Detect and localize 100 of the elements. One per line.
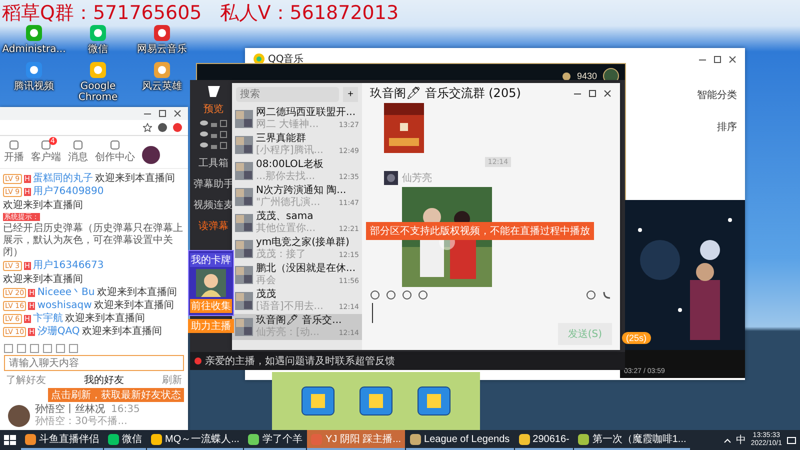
chat-preview: [小程序]腾讯... xyxy=(256,145,324,157)
username: woshisaqw xyxy=(37,300,92,312)
app-icon xyxy=(108,434,119,444)
app-icon[interactable] xyxy=(153,61,171,79)
chat-name: 茂茂 xyxy=(256,289,277,300)
card-title: 我的卡牌 xyxy=(190,253,232,267)
chat-preview: 茂茂：接了 xyxy=(256,249,306,261)
group-avatar-icon xyxy=(235,266,253,284)
username: 卞宇航 xyxy=(32,313,63,325)
system-message: 已经开启历史弹幕（历史弹幕只在弹幕上展示，默认为灰色，可在弹幕设置中关闭） xyxy=(3,223,184,259)
group-avatar-icon xyxy=(235,214,253,232)
app-icon xyxy=(410,434,422,444)
nav-link[interactable]: 消息 xyxy=(68,140,88,164)
add-button[interactable]: + xyxy=(343,87,358,102)
star-icon[interactable] xyxy=(143,123,152,132)
taskbar-item[interactable]: League of Legends xyxy=(406,430,514,450)
message-text: 欢迎来到本直播间 xyxy=(94,300,174,312)
username: 用户76409890 xyxy=(32,186,104,198)
app-icon xyxy=(151,434,162,444)
tool-button[interactable]: 工具箱 xyxy=(198,156,228,170)
taskbar-item[interactable]: 第一次（魔霞咖啡1... xyxy=(574,430,690,450)
notification-icon[interactable] xyxy=(787,436,796,444)
chat-name: 玖音阁🖊 音乐交... xyxy=(256,315,343,326)
friends-tab[interactable]: 了解好友 xyxy=(6,373,46,387)
icon-label: Administra... xyxy=(2,44,66,55)
message-text: 欢迎来到本直播间 xyxy=(82,326,162,338)
app-icon[interactable] xyxy=(25,61,43,79)
close-icon[interactable] xyxy=(603,88,612,98)
friends-tab[interactable]: 我的好友 xyxy=(84,373,124,387)
app-icon xyxy=(578,434,590,444)
group-avatar-icon xyxy=(235,110,253,128)
chat-name: 08:00LOL老板 xyxy=(256,159,324,170)
app-icon[interactable] xyxy=(89,61,107,79)
app-logo-icon xyxy=(206,84,222,98)
message-text: 欢迎来到本直播间 xyxy=(94,173,175,185)
game-button-icon[interactable] xyxy=(301,386,335,416)
chat-preview: "广州德孔演... xyxy=(256,197,320,209)
maximize-icon[interactable] xyxy=(158,109,167,118)
taskbar-item[interactable]: MQ～一流蝶人... xyxy=(147,430,244,450)
friend-avatar-icon xyxy=(8,405,30,427)
close-icon[interactable] xyxy=(173,109,182,118)
chat-name: 网二德玛西亚联盟开... xyxy=(256,107,357,118)
app-icon[interactable] xyxy=(25,24,43,42)
chat-name: N次方跨演通知 陶... xyxy=(256,185,348,196)
close-icon[interactable] xyxy=(728,54,737,64)
app-icon[interactable] xyxy=(153,24,171,42)
app-icon[interactable] xyxy=(89,24,107,42)
chat-input[interactable]: 请输入聊天内容 xyxy=(4,355,184,371)
search-field[interactable]: 搜索 xyxy=(236,87,339,102)
group-avatar-icon xyxy=(235,240,253,258)
icon-label: Google Chrome xyxy=(77,81,119,103)
smart-sort-button[interactable]: 智能分类 xyxy=(697,88,737,102)
notice-text: 亲爱的主播，如遇问题请及时联系超管反馈 xyxy=(205,354,395,368)
chat-name: 三界真能群 xyxy=(256,133,307,144)
nav-icon xyxy=(9,140,19,150)
group-avatar-icon xyxy=(235,188,253,206)
app-icon xyxy=(311,434,322,444)
group-avatar-icon xyxy=(235,292,253,310)
chat-name: 茂茂、sama xyxy=(256,211,314,222)
app-icon xyxy=(518,434,530,444)
record-icon[interactable] xyxy=(586,290,596,300)
refresh-button[interactable]: 刷新 xyxy=(162,373,182,387)
taskbar-item[interactable]: 微信 xyxy=(104,430,146,450)
sender-name: 仙芳亮 xyxy=(402,172,433,185)
taskbar-item[interactable]: 290616- xyxy=(514,430,574,450)
input-method[interactable]: 中 xyxy=(736,433,746,447)
chat-preview: ...那你去找... xyxy=(256,171,316,183)
extension-icon[interactable] xyxy=(173,123,182,132)
preview-tab[interactable]: 预览 xyxy=(204,102,224,116)
message-text: 欢迎来到本直播间 xyxy=(64,313,145,325)
chat-preview: [语音]不用去... xyxy=(256,301,324,313)
profile-icon[interactable] xyxy=(158,123,167,132)
taskbar-item[interactable]: YJ 阴阳 踩主播... xyxy=(307,430,406,450)
chat-name: ym电竞之家(接单群) xyxy=(256,237,350,248)
game-button-icon[interactable] xyxy=(417,386,451,416)
user-avatar-icon[interactable] xyxy=(142,146,160,164)
taskbar-item[interactable]: 学了个羊 xyxy=(244,430,306,450)
nav-icon xyxy=(41,140,51,150)
gift-timer: (25s) xyxy=(622,332,651,344)
tool-button[interactable]: 读弹幕 xyxy=(198,219,228,233)
nav-link[interactable]: 创作中心 xyxy=(95,140,135,164)
icon-label: 网易云音乐 xyxy=(137,44,187,55)
tray-chevron-icon[interactable] xyxy=(724,438,731,442)
currency-amount: 9430 xyxy=(576,71,597,81)
user-avatar-icon xyxy=(384,171,398,185)
friend-status: 孙悟空：30号不播... xyxy=(35,416,128,428)
username: Niceee丶Bu xyxy=(37,287,95,299)
maximize-icon[interactable] xyxy=(713,54,722,64)
maximize-icon[interactable] xyxy=(588,88,597,98)
friend-name: 孙悟空丨丝林况 xyxy=(35,404,105,416)
username: 汐珊QAQ xyxy=(37,326,80,338)
game-button-icon[interactable] xyxy=(359,386,393,416)
taskbar-item[interactable]: 斗鱼直播伴侣 xyxy=(21,430,103,450)
nav-icon xyxy=(73,140,83,150)
group-avatar-icon xyxy=(235,162,253,180)
nav-link[interactable]: 开播 xyxy=(4,140,24,164)
sort-button[interactable]: 排序 xyxy=(717,120,737,134)
chat-title: 玖音阁🖊 音乐交流群 (205) xyxy=(370,84,521,102)
tool-button[interactable]: 弹幕助手 xyxy=(194,177,234,191)
group-avatar-icon xyxy=(235,136,253,154)
